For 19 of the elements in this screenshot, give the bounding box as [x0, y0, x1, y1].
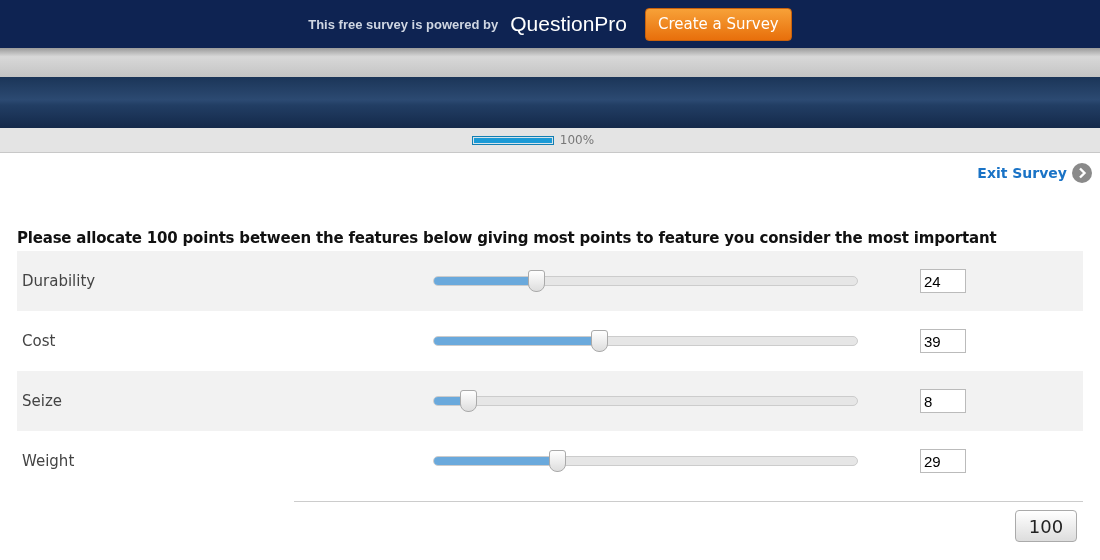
total-points: 100 [1015, 510, 1077, 542]
feature-label: Seize [21, 392, 64, 410]
brand-logo: QuestionPro [510, 12, 627, 36]
points-input[interactable]: 8 [920, 389, 966, 413]
points-input[interactable]: 39 [920, 329, 966, 353]
slider-thumb[interactable] [590, 330, 608, 352]
slider-thumb[interactable] [527, 270, 545, 292]
slider-thumb[interactable] [459, 390, 477, 412]
feature-label: Weight [21, 452, 76, 470]
exit-survey-link[interactable]: Exit Survey [977, 165, 1067, 181]
feature-label: Durability [21, 272, 97, 290]
chevron-icon [1072, 163, 1092, 183]
points-input[interactable]: 24 [920, 269, 966, 293]
points-input[interactable]: 29 [920, 449, 966, 473]
progress-text: 100% [559, 133, 595, 147]
feature-label: Cost [21, 332, 57, 350]
promo-text: This free survey is powered by [308, 16, 499, 32]
slider-thumb[interactable] [548, 450, 566, 472]
question-text: Please allocate 100 points between the features below giving most points to feature you consider the most important [17, 229, 998, 247]
